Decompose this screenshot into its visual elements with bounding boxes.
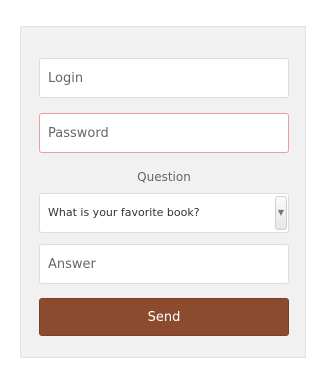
question-select-value: What is your favorite book? xyxy=(48,206,200,219)
question-label: Question xyxy=(137,170,191,184)
login-input[interactable] xyxy=(39,58,289,98)
answer-input[interactable] xyxy=(39,244,289,284)
chevron-down-icon[interactable]: ▼ xyxy=(275,196,287,230)
question-select[interactable]: What is your favorite book? ▼ xyxy=(39,193,289,233)
password-input[interactable] xyxy=(39,113,289,153)
send-button[interactable]: Send xyxy=(39,298,289,336)
